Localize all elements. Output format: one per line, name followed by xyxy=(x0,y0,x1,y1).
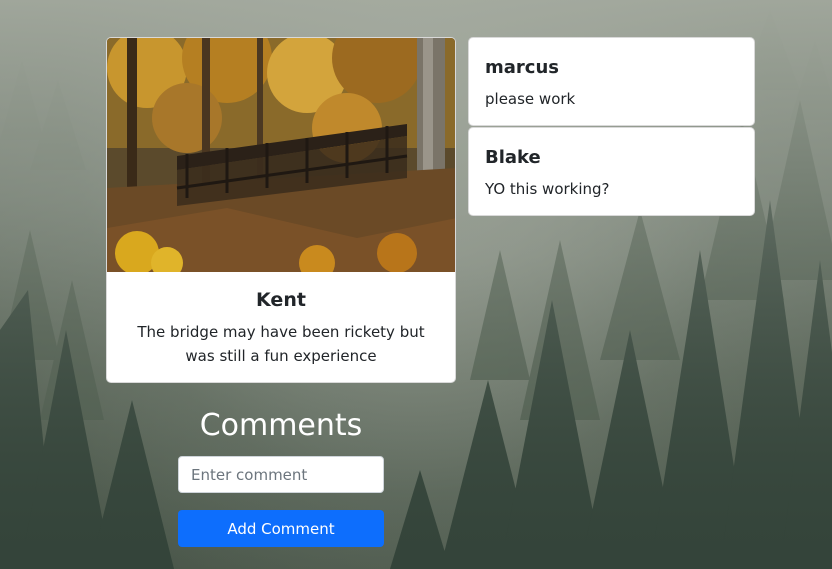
bridge-photo xyxy=(107,38,455,272)
comment-card: Blake YO this working? xyxy=(468,127,755,216)
comment-text: YO this working? xyxy=(485,180,610,198)
comment-author: Blake xyxy=(485,147,541,168)
comment-card: marcus please work xyxy=(468,37,755,126)
post-text: The bridge may have been rickety but was… xyxy=(137,323,425,365)
add-comment-button[interactable]: Add Comment xyxy=(178,510,384,547)
comment-author: marcus xyxy=(485,57,559,78)
comment-input[interactable] xyxy=(178,456,384,493)
comments-heading: Comments xyxy=(199,408,363,443)
post-body: Kent The bridge may have been rickety bu… xyxy=(107,272,455,368)
post-card: Kent The bridge may have been rickety bu… xyxy=(106,37,456,383)
page-root: Kent The bridge may have been rickety bu… xyxy=(0,0,832,569)
comment-text: please work xyxy=(485,90,576,108)
post-author: Kent xyxy=(256,289,306,311)
